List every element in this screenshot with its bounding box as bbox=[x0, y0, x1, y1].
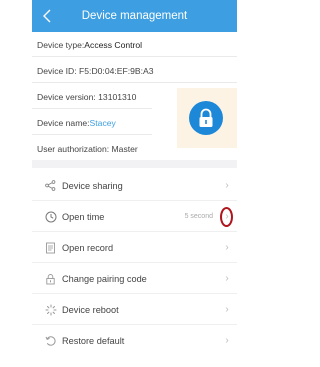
lock-icon bbox=[199, 108, 213, 127]
menu-label-change-pairing-code: Change pairing code bbox=[62, 273, 147, 284]
lock-panel bbox=[177, 88, 237, 148]
device-name-value[interactable]: Stacey bbox=[90, 118, 116, 128]
menu-item-open-record[interactable]: Open record › bbox=[32, 232, 237, 263]
device-management-screen: Device management Device type: Access Co… bbox=[32, 0, 237, 367]
device-name-label: Device name: bbox=[37, 117, 90, 128]
menu-item-open-time[interactable]: Open time 5 second › bbox=[32, 201, 237, 232]
open-time-value: 5 second bbox=[184, 213, 213, 220]
page-title: Device management bbox=[81, 10, 188, 22]
reboot-icon bbox=[44, 303, 57, 316]
device-id-text: Device ID: F5:D0:04:EF:9B:A3 bbox=[37, 65, 154, 76]
record-icon bbox=[44, 241, 57, 254]
menu-item-device-reboot[interactable]: Device reboot › bbox=[32, 294, 237, 325]
chevron-right-icon: › bbox=[225, 180, 229, 191]
lock-badge bbox=[189, 101, 223, 135]
device-type-value: Access Control bbox=[84, 39, 143, 50]
chevron-right-icon: › bbox=[225, 242, 229, 253]
user-authorization-text: User authorization: Master bbox=[37, 143, 138, 154]
menu-label-open-time: Open time bbox=[62, 211, 105, 222]
device-type-row: Device type: Access Control bbox=[32, 32, 237, 57]
device-type-label: Device type: bbox=[37, 39, 85, 50]
menu-item-restore-default[interactable]: Restore default › bbox=[32, 325, 237, 356]
chevron-left-icon bbox=[43, 9, 51, 23]
device-info-panel: Device type: Access Control Device ID: F… bbox=[32, 32, 237, 160]
highlight-annotation bbox=[220, 207, 233, 227]
back-button[interactable] bbox=[38, 5, 58, 27]
menu-label-restore-default: Restore default bbox=[62, 335, 125, 346]
clock-icon bbox=[44, 210, 57, 223]
lock-code-icon bbox=[44, 272, 57, 285]
chevron-right-icon: › bbox=[225, 304, 229, 315]
device-id-row: Device ID: F5:D0:04:EF:9B:A3 bbox=[32, 58, 237, 83]
restore-icon bbox=[44, 334, 57, 347]
menu-item-change-pairing-code[interactable]: Change pairing code › bbox=[32, 263, 237, 294]
share-icon bbox=[44, 179, 57, 192]
section-divider bbox=[32, 160, 237, 168]
header-bar: Device management bbox=[32, 0, 237, 32]
menu-label-open-record: Open record bbox=[62, 242, 114, 253]
chevron-right-icon: › bbox=[225, 273, 229, 284]
device-version-text: Device version: 13101310 bbox=[37, 91, 137, 102]
menu-label-device-reboot: Device reboot bbox=[62, 304, 119, 315]
menu-item-device-sharing[interactable]: Device sharing › bbox=[32, 170, 237, 201]
chevron-right-icon: › bbox=[225, 335, 229, 346]
menu-label-device-sharing: Device sharing bbox=[62, 180, 123, 191]
